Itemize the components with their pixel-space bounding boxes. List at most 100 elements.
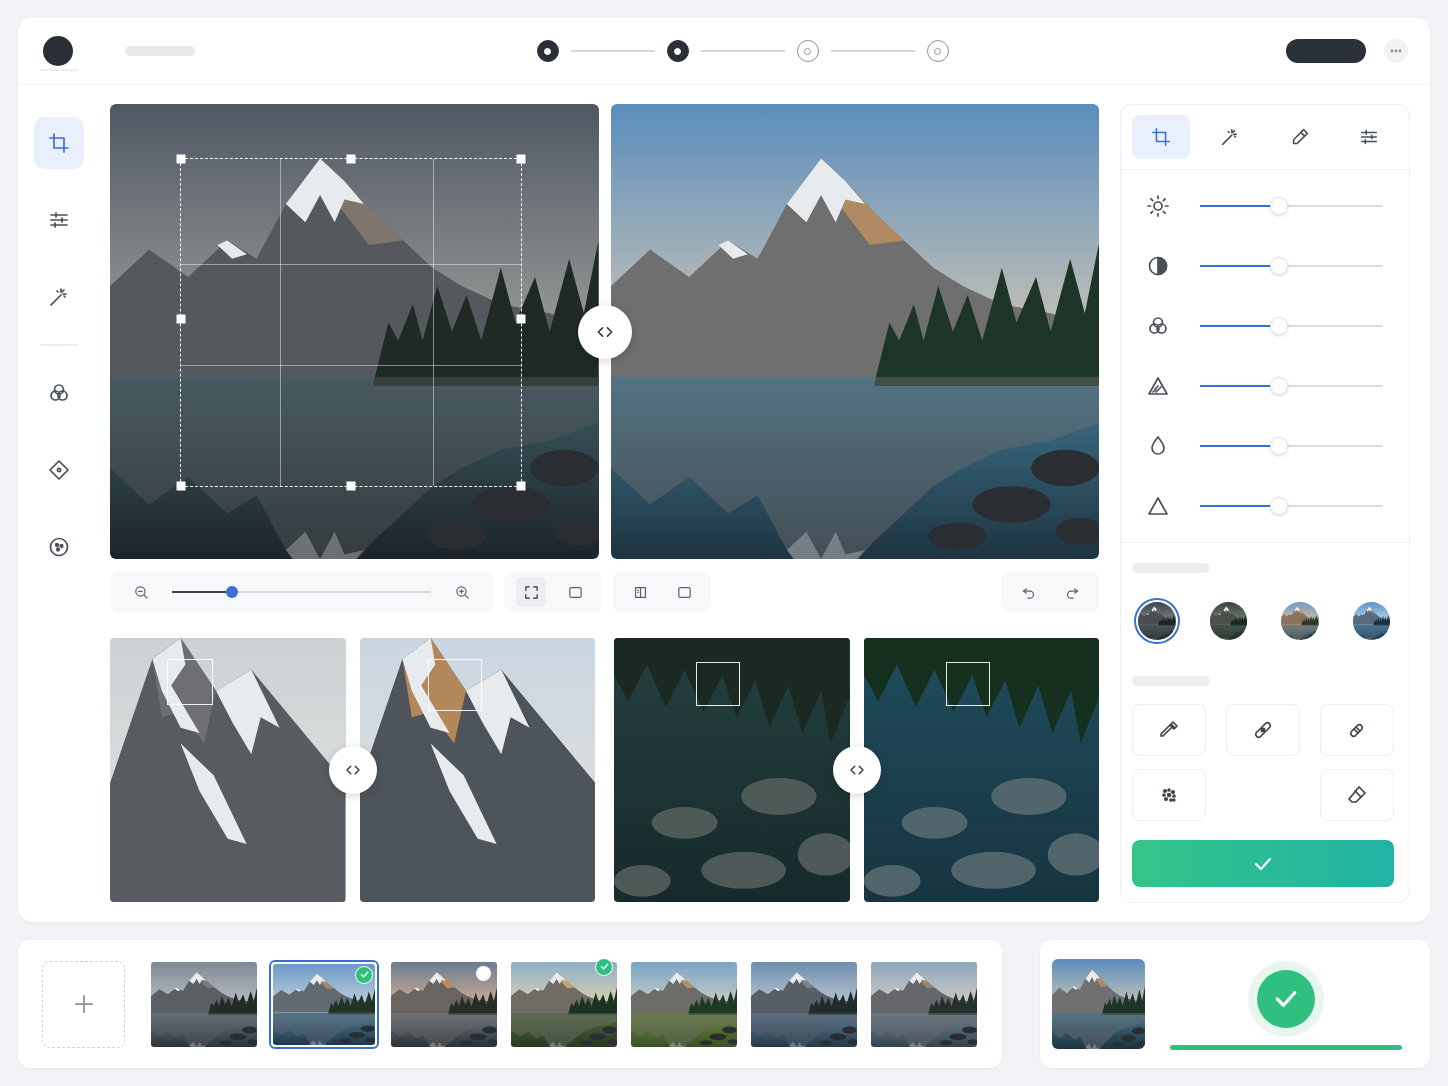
- crop-handle[interactable]: [517, 482, 526, 491]
- chevrons-icon: [344, 761, 362, 779]
- primary-button[interactable]: [1286, 39, 1366, 63]
- adjustment-slider[interactable]: [1200, 325, 1383, 327]
- adjustment-row: [1121, 176, 1409, 236]
- filmstrip-thumbnail[interactable]: [389, 960, 499, 1049]
- apply-button[interactable]: [1132, 840, 1394, 887]
- view-button[interactable]: [669, 577, 699, 607]
- adjustment-slider[interactable]: [1200, 445, 1383, 447]
- crop-handle[interactable]: [517, 155, 526, 164]
- filmstrip-thumbnail[interactable]: [629, 960, 739, 1049]
- preset[interactable]: [1277, 598, 1323, 644]
- triangle-icon: [1146, 494, 1170, 518]
- logo-icon[interactable]: [43, 36, 73, 66]
- filmstrip-thumbnail[interactable]: [749, 960, 859, 1049]
- slider-knob[interactable]: [1270, 197, 1288, 215]
- photo-editor: [0, 0, 1448, 1086]
- preset[interactable]: [1206, 598, 1252, 644]
- filmstrip-thumbnail[interactable]: [269, 960, 379, 1049]
- filmstrip-thumbnail[interactable]: [509, 960, 619, 1049]
- sidebar-item[interactable]: [34, 444, 84, 496]
- preset[interactable]: [1134, 598, 1180, 644]
- view-button[interactable]: [516, 577, 546, 607]
- sidebar-item[interactable]: [34, 117, 84, 169]
- zoom-control: [110, 572, 493, 612]
- crop-handle[interactable]: [177, 155, 186, 164]
- slider-knob[interactable]: [1270, 377, 1288, 395]
- filmstrip-thumbnail[interactable]: [149, 960, 259, 1049]
- crop-handle[interactable]: [177, 315, 186, 324]
- zoom-in-button[interactable]: [447, 577, 477, 607]
- detail-after[interactable]: [360, 638, 596, 902]
- photo: [614, 638, 850, 902]
- detail-before[interactable]: [110, 638, 346, 902]
- after-image[interactable]: [611, 104, 1100, 559]
- section-label-placeholder: [1132, 676, 1210, 686]
- focus-marker[interactable]: [696, 662, 740, 706]
- crop-handle[interactable]: [347, 482, 356, 491]
- wand-icon: [1219, 126, 1241, 148]
- undo-button[interactable]: [1013, 577, 1043, 607]
- sidebar-item[interactable]: [34, 521, 84, 573]
- panel-tab[interactable]: [1202, 115, 1260, 159]
- compare-handle[interactable]: [833, 746, 881, 794]
- slider-knob[interactable]: [1270, 497, 1288, 515]
- adjustment-slider[interactable]: [1200, 265, 1383, 267]
- tool-button[interactable]: [1132, 704, 1206, 756]
- filmstrip-thumbnail[interactable]: [869, 960, 979, 1049]
- tool-button[interactable]: [1132, 769, 1206, 821]
- slider-knob[interactable]: [1270, 257, 1288, 275]
- focus-marker[interactable]: [167, 659, 213, 705]
- crop-box[interactable]: [180, 158, 522, 487]
- adjustment-slider[interactable]: [1200, 385, 1383, 387]
- crop-handle[interactable]: [177, 482, 186, 491]
- sidebar-item[interactable]: [34, 194, 84, 246]
- zoom-in-icon: [454, 584, 471, 601]
- redo-button[interactable]: [1057, 577, 1087, 607]
- tool-button[interactable]: [1320, 769, 1394, 821]
- zoom-slider[interactable]: [172, 591, 431, 593]
- panel-tab[interactable]: [1132, 115, 1190, 159]
- panel-tab[interactable]: [1341, 115, 1399, 159]
- detail-compare: [110, 638, 595, 902]
- zoom-knob[interactable]: [226, 586, 238, 598]
- crop-handle[interactable]: [517, 315, 526, 324]
- compare-handle[interactable]: [578, 305, 632, 359]
- sidebar-item[interactable]: [34, 367, 84, 419]
- step[interactable]: [927, 40, 949, 62]
- slider-knob[interactable]: [1270, 437, 1288, 455]
- sidebar-separator: [40, 69, 78, 71]
- add-photo-button[interactable]: [42, 961, 125, 1048]
- detail-before[interactable]: [614, 638, 850, 902]
- undo-icon: [1020, 584, 1037, 601]
- adjustment-row: [1121, 416, 1409, 476]
- stepper: [537, 40, 949, 62]
- slider-knob[interactable]: [1270, 317, 1288, 335]
- step[interactable]: [797, 40, 819, 62]
- focus-marker[interactable]: [428, 659, 482, 711]
- photo: [110, 638, 346, 902]
- focus-marker[interactable]: [946, 662, 990, 706]
- before-image[interactable]: [110, 104, 599, 559]
- zoom-out-button[interactable]: [126, 577, 156, 607]
- adjustment-slider[interactable]: [1200, 505, 1383, 507]
- filmstrip: [18, 940, 1002, 1068]
- preset[interactable]: [1349, 598, 1395, 644]
- more-button[interactable]: [1384, 39, 1408, 63]
- view-button[interactable]: [625, 577, 655, 607]
- tool-button[interactable]: [1226, 704, 1300, 756]
- detail-after[interactable]: [864, 638, 1100, 902]
- crop-handle[interactable]: [347, 155, 356, 164]
- adjustment-slider[interactable]: [1200, 205, 1383, 207]
- check-icon: [359, 969, 370, 980]
- tool-button[interactable]: [1320, 704, 1394, 756]
- bandage-icon: [1251, 718, 1275, 742]
- sidebar-item[interactable]: [34, 271, 84, 323]
- eyedropper-icon: [1157, 718, 1181, 742]
- photo: [360, 638, 596, 902]
- panel-tab[interactable]: [1271, 115, 1329, 159]
- compare-handle[interactable]: [329, 746, 377, 794]
- step[interactable]: [537, 40, 559, 62]
- step[interactable]: [667, 40, 689, 62]
- split-icon: [632, 584, 649, 601]
- view-button[interactable]: [560, 577, 590, 607]
